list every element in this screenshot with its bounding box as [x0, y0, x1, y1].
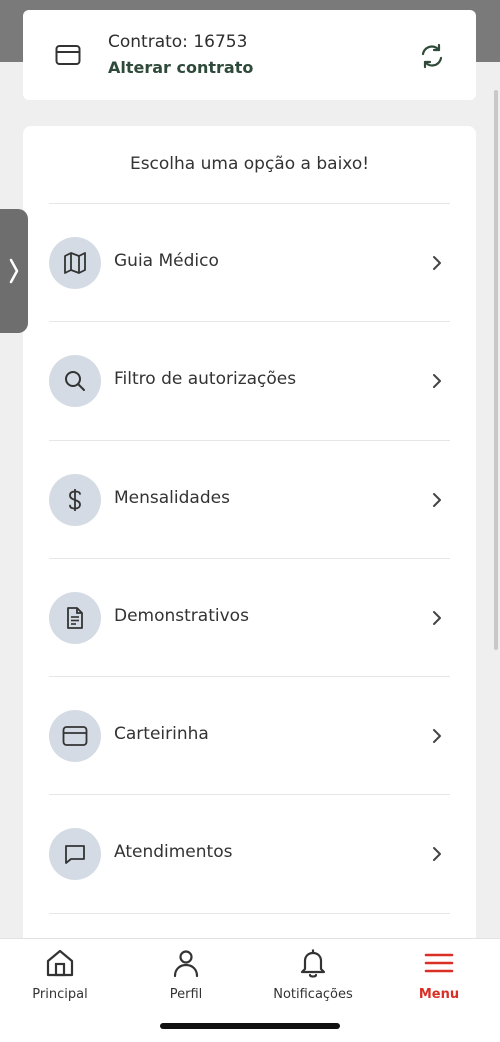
card-icon — [55, 45, 81, 65]
chevron-right-icon — [433, 610, 441, 625]
menu-item-label: Atendimentos — [114, 842, 233, 863]
card-icon — [49, 710, 101, 763]
chevron-right-icon — [433, 492, 441, 507]
menu-item-atendimentos[interactable]: Atendimentos — [49, 794, 450, 912]
home-indicator — [160, 1023, 340, 1029]
menu-item-label: Mensalidades — [114, 487, 230, 508]
chevron-right-icon — [433, 374, 441, 389]
scrollbar[interactable] — [494, 90, 498, 650]
document-icon — [49, 591, 101, 644]
nav-item-principal[interactable]: Principal — [5, 947, 115, 1002]
menu-item-label: Carteirinha — [114, 724, 209, 745]
menu-item-carteirinha[interactable]: Carteirinha — [49, 676, 450, 794]
menu-card: Escolha uma opção a baixo! Guia Médico F… — [23, 126, 476, 986]
chevron-right-icon — [433, 847, 441, 862]
refresh-icon[interactable] — [418, 42, 446, 70]
nav-label: Principal — [32, 987, 88, 1002]
chevron-right-icon — [9, 258, 19, 284]
nav-item-notificacoes[interactable]: Notificações — [258, 947, 368, 1002]
chat-icon — [49, 828, 101, 881]
nav-label: Perfil — [169, 987, 203, 1002]
contract-card[interactable]: Contrato: 16753 Alterar contrato — [23, 10, 476, 100]
nav-item-menu[interactable]: Menu — [384, 947, 494, 1002]
menu-item-demonstrativos[interactable]: Demonstrativos — [49, 557, 450, 676]
menu-item-label: Filtro de autorizações — [114, 369, 297, 390]
nav-label: Notificações — [273, 987, 353, 1002]
chevron-right-icon — [433, 256, 441, 270]
menu-item-label: Guia Médico — [114, 251, 219, 271]
home-icon — [46, 949, 74, 977]
menu-item-guia-medico[interactable]: Guia Médico — [49, 203, 450, 321]
nav-label: Menu — [418, 987, 460, 1002]
contract-number: Contrato: 16753 — [108, 32, 248, 52]
search-icon — [49, 355, 101, 408]
chevron-right-icon — [433, 729, 441, 744]
nav-item-perfil[interactable]: Perfil — [131, 947, 241, 1002]
change-contract-link[interactable]: Alterar contrato — [108, 58, 253, 77]
dollar-icon — [49, 473, 101, 526]
menu-item-label: Demonstrativos — [114, 605, 249, 626]
side-drawer-handle[interactable] — [0, 209, 28, 333]
map-icon — [49, 237, 101, 289]
menu-heading: Escolha uma opção a baixo! — [129, 154, 370, 174]
menu-item-filtro-autorizacoes[interactable]: Filtro de autorizações — [49, 321, 450, 439]
bell-icon — [300, 949, 326, 978]
menu-item-mensalidades[interactable]: Mensalidades — [49, 439, 450, 558]
hamburger-icon — [424, 953, 454, 973]
user-icon — [173, 950, 199, 978]
menu-list: Guia Médico Filtro de autorizações Mensa… — [49, 203, 450, 986]
